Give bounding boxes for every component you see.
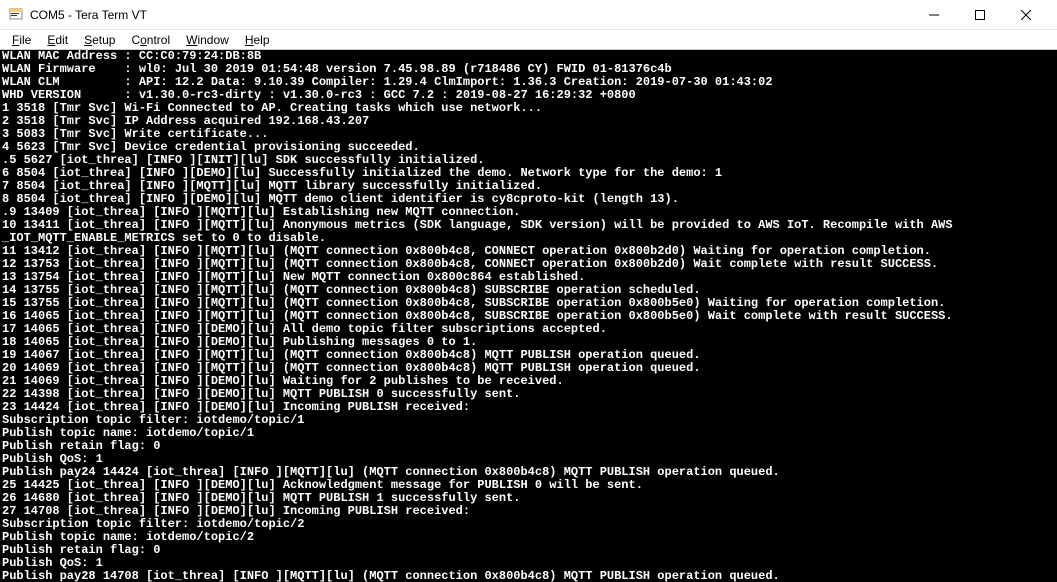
close-button[interactable] xyxy=(1003,0,1049,30)
menu-setup[interactable]: Setup xyxy=(76,31,123,49)
window-title: COM5 - Tera Term VT xyxy=(30,8,911,22)
titlebar: COM5 - Tera Term VT xyxy=(0,0,1057,30)
menu-help[interactable]: Help xyxy=(237,31,278,49)
terminal-output[interactable]: WLAN MAC Address : CC:C0:79:24:DB:8B WLA… xyxy=(0,50,1057,582)
menu-window[interactable]: Window xyxy=(178,31,237,49)
menu-file[interactable]: File xyxy=(4,31,39,49)
maximize-button[interactable] xyxy=(957,0,1003,30)
menu-edit[interactable]: Edit xyxy=(39,31,76,49)
minimize-button[interactable] xyxy=(911,0,957,30)
menu-control[interactable]: Control xyxy=(123,31,178,49)
app-icon xyxy=(8,7,24,23)
window-controls xyxy=(911,0,1049,30)
menubar: File Edit Setup Control Window Help xyxy=(0,30,1057,50)
